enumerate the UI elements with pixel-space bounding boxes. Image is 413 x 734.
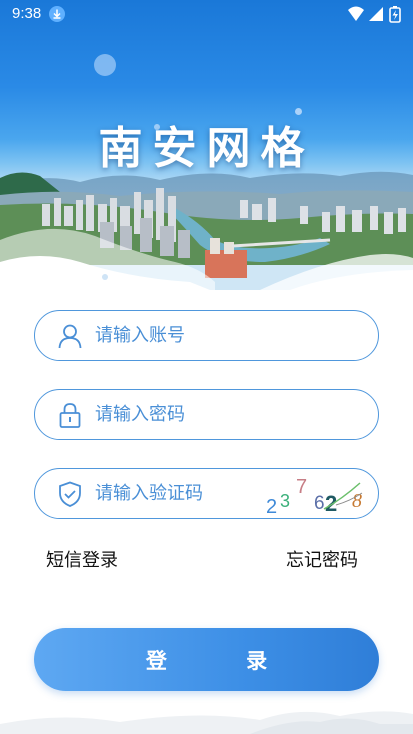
captcha-field[interactable]: 2 3 7 6 2 8 <box>34 468 379 519</box>
status-bar: 9:38 <box>0 0 413 28</box>
login-button[interactable]: 登 录 <box>34 628 379 691</box>
wifi-icon <box>348 6 364 21</box>
status-time: 9:38 <box>12 5 42 22</box>
captcha-char: 3 <box>280 491 290 511</box>
password-field[interactable] <box>34 389 379 440</box>
captcha-input[interactable] <box>95 469 255 517</box>
username-input[interactable] <box>95 311 295 359</box>
captcha-char: 6 <box>314 493 325 514</box>
captcha-char: 7 <box>296 476 307 498</box>
captcha-char: 2 <box>325 491 337 516</box>
app-title: 南安网格 <box>98 123 315 174</box>
username-field[interactable] <box>34 310 379 361</box>
password-input[interactable] <box>95 390 295 438</box>
signal-icon <box>369 7 383 21</box>
sms-login-link[interactable]: 短信登录 <box>46 546 118 572</box>
download-icon <box>49 6 65 22</box>
hero-banner: 9:38 南安网格 <box>0 0 413 290</box>
lock-icon <box>59 403 81 428</box>
bottom-decoration <box>0 711 413 734</box>
captcha-image[interactable]: 2 3 7 6 2 8 <box>264 471 372 517</box>
battery-icon <box>389 6 401 23</box>
shield-check-icon <box>59 481 81 507</box>
user-icon <box>58 324 82 349</box>
forgot-password-link[interactable]: 忘记密码 <box>286 546 358 572</box>
captcha-char: 2 <box>266 496 277 517</box>
captcha-char: 8 <box>352 490 362 512</box>
status-icons <box>348 6 401 23</box>
